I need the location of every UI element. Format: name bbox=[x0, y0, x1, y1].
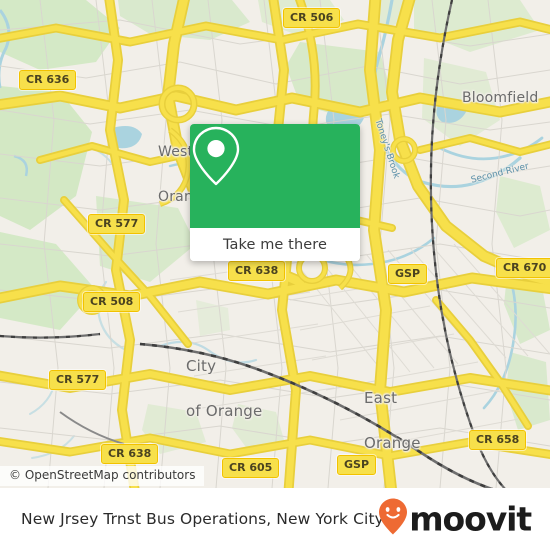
highway-shield-cr-506[interactable]: CR 506 bbox=[283, 8, 341, 28]
map-canvas[interactable]: West Orange Bloomfield City of Orange Ea… bbox=[0, 0, 550, 488]
moovit-wordmark: moovit bbox=[409, 499, 532, 539]
osm-attribution[interactable]: © OpenStreetMap contributors bbox=[0, 466, 205, 486]
moovit-smiley-pin-icon bbox=[378, 498, 408, 541]
highway-shield-cr-577-south[interactable]: CR 577 bbox=[49, 370, 107, 390]
highway-shield-gsp-north[interactable]: GSP bbox=[388, 264, 428, 284]
take-me-there-button[interactable]: Take me there bbox=[190, 228, 360, 261]
highway-shield-cr-577-north[interactable]: CR 577 bbox=[88, 214, 146, 234]
map-screenshot: West Orange Bloomfield City of Orange Ea… bbox=[0, 0, 550, 550]
footer-bar: New Jrsey Trnst Bus Operations, New York… bbox=[0, 488, 550, 550]
highway-shield-cr-658[interactable]: CR 658 bbox=[469, 430, 527, 450]
highway-shield-cr-670[interactable]: CR 670 bbox=[496, 258, 550, 278]
highway-shield-cr-638-south[interactable]: CR 638 bbox=[101, 444, 159, 464]
place-title: New Jrsey Trnst Bus Operations, New York… bbox=[21, 510, 384, 528]
highway-shield-cr-636[interactable]: CR 636 bbox=[19, 70, 77, 90]
moovit-logo[interactable]: moovit bbox=[378, 498, 532, 541]
highway-shield-cr-508[interactable]: CR 508 bbox=[83, 292, 141, 312]
card-icon-area bbox=[190, 124, 360, 228]
highway-shield-gsp-south[interactable]: GSP bbox=[337, 455, 377, 475]
take-me-there-card[interactable]: Take me there bbox=[190, 124, 360, 261]
highway-shield-cr-605[interactable]: CR 605 bbox=[222, 458, 280, 478]
highway-shield-cr-638-center[interactable]: CR 638 bbox=[228, 261, 286, 281]
take-me-there-label: Take me there bbox=[222, 236, 328, 253]
